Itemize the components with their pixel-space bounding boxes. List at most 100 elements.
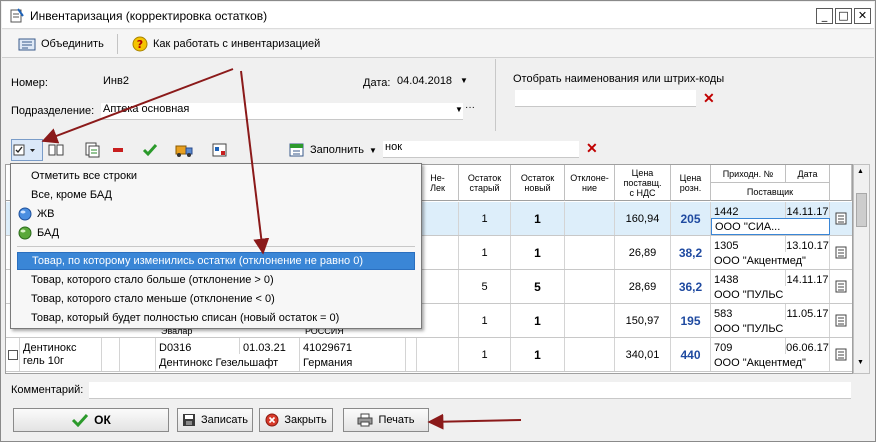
table-row[interactable]: Дентинокс гель 10г D0316 01.03.21 410296… [6,338,852,372]
columns-icon [48,144,64,156]
fill-button[interactable]: Заполнить ▼ [285,139,381,161]
header-new-stock[interactable]: Остаток новый [511,165,565,201]
menu-item-decreased-stock[interactable]: Товар, которого стало меньше (отклонение… [17,290,415,308]
close-circle-icon [265,413,279,427]
department-field[interactable]: Аптека основная [101,103,463,120]
remove-row-button[interactable] [107,139,129,161]
toolbar-divider [117,34,118,54]
number-label: Номер: [11,77,48,89]
grid-scrollbar[interactable]: ▲ ▼ [853,164,870,374]
close-window-button[interactable]: ✕ [854,8,871,24]
menu-item-select-all[interactable]: Отметить все строки [17,167,415,185]
department-more-icon[interactable]: ··· [465,102,475,113]
number-field[interactable]: Инв2 [101,75,311,91]
header-supplier[interactable]: Поставщик [711,183,830,201]
panel-divider [495,59,496,131]
date-label: Дата: [363,77,391,89]
cell-nelek [417,338,459,371]
fill-label: Заполнить [310,144,365,156]
save-button[interactable]: Записать [177,408,253,432]
cell-supplier: ООО "ПУЛЬС [711,286,830,303]
cell-nelek [417,304,459,337]
cell-new[interactable]: 1 [511,202,565,235]
printer-icon [357,413,373,427]
clear-search-icon[interactable]: ✕ [586,140,598,157]
close-button[interactable]: Закрыть [259,408,333,432]
comment-label: Комментарий: [11,384,84,396]
header-old-stock[interactable]: Остаток старый [459,165,511,201]
scroll-up-icon[interactable]: ▲ [857,168,864,175]
document-header-panel: Номер: Инв2 Дата: 04.04.2018 ▼ Подраздел… [5,59,871,134]
row-checkbox[interactable] [6,338,20,371]
card-icon [212,143,227,157]
header-supplier-price[interactable]: Цена поставщ. с НДС [615,165,671,201]
merge-button[interactable]: Объединить [14,33,108,55]
cell-receipt: 1305 [711,236,786,252]
details-icon[interactable] [830,236,852,269]
cell-deviation [565,202,615,235]
cell-new[interactable]: 1 [511,236,565,269]
menu-item-full-writeoff[interactable]: Товар, который будет полностью списан (н… [17,309,415,327]
copy-document-button[interactable] [81,139,103,161]
cell-new[interactable]: 1 [511,304,565,337]
details-icon[interactable] [830,202,852,235]
cell-old: 1 [459,338,511,371]
grid-search-input[interactable]: нок [383,141,579,158]
cell-supplier: ООО "Акцентмед" [711,252,830,269]
header-nelek[interactable]: Не- Лек [417,165,459,201]
select-menu-button[interactable] [11,139,43,161]
minimize-button[interactable]: _ [816,8,833,24]
columns-button[interactable] [45,139,67,161]
cell-new[interactable]: 5 [511,270,565,303]
header-deviation[interactable]: Отклоне- ние [565,165,615,201]
approve-button[interactable] [139,139,161,161]
cell-old: 5 [459,270,511,303]
date-field[interactable]: 04.04.2018 [395,75,465,91]
card-button[interactable] [209,139,231,161]
cell-receipt: 1438 [711,270,786,286]
scroll-down-icon[interactable]: ▼ [857,359,864,366]
cell-date: 14.11.17 [786,202,830,218]
cell-date: 14.11.17 [786,270,830,286]
department-dropdown-icon[interactable]: ▼ [455,105,463,114]
maximize-button[interactable]: □ [835,8,852,24]
cell-expiry: 01.03.21 [240,338,300,354]
comment-input[interactable] [89,382,851,399]
details-icon[interactable] [830,270,852,303]
minus-icon [113,148,123,152]
header-receipt-date[interactable]: Дата [786,165,830,183]
comment-row: Комментарий: [5,380,871,402]
cell-date: 13.10.17 [786,236,830,252]
help-button[interactable]: ? Как работать с инвентаризацией [128,33,324,55]
menu-item-bad[interactable]: БАД [17,224,415,242]
cell-supplier: ООО "ПУЛЬС [711,320,830,337]
cell-nelek [417,236,459,269]
cell-country: Германия [300,354,406,371]
menu-item-changed-stock[interactable]: Товар, по которому изменились остатки (о… [17,252,415,270]
arrow-to-print-button [427,413,522,430]
merge-label: Объединить [41,38,104,50]
details-icon[interactable] [830,338,852,371]
cell-cost: 340,01 [615,338,671,371]
filter-input[interactable] [515,90,696,107]
header-receipt-number[interactable]: Приходн. № [711,165,786,183]
date-dropdown-icon[interactable]: ▼ [460,76,468,85]
menu-item-all-except-bad[interactable]: Все, кроме БАД [17,186,415,204]
header-retail-price[interactable]: Цена розн. [671,165,711,201]
clear-filter-icon[interactable]: ✕ [703,90,715,107]
cell-spacer [406,338,417,371]
menu-item-increased-stock[interactable]: Товар, которого стало больше (отклонение… [17,271,415,289]
cell-new[interactable]: 1 [511,338,565,371]
check-down-icon [142,144,158,157]
cell-barcode: 41029671 [300,338,406,354]
row-selection-menu: Отметить все строки Все, кроме БАД ЖВ БА… [10,163,422,329]
print-button[interactable]: Печать [343,408,429,432]
cell-flag-a [102,338,120,371]
menu-separator [17,246,415,247]
ok-button[interactable]: ОК [13,408,169,432]
cell-nelek [417,202,459,235]
menu-item-zhv[interactable]: ЖВ [17,205,415,223]
scroll-thumb[interactable] [856,193,867,227]
transfer-button[interactable] [173,139,195,161]
details-icon[interactable] [830,304,852,337]
